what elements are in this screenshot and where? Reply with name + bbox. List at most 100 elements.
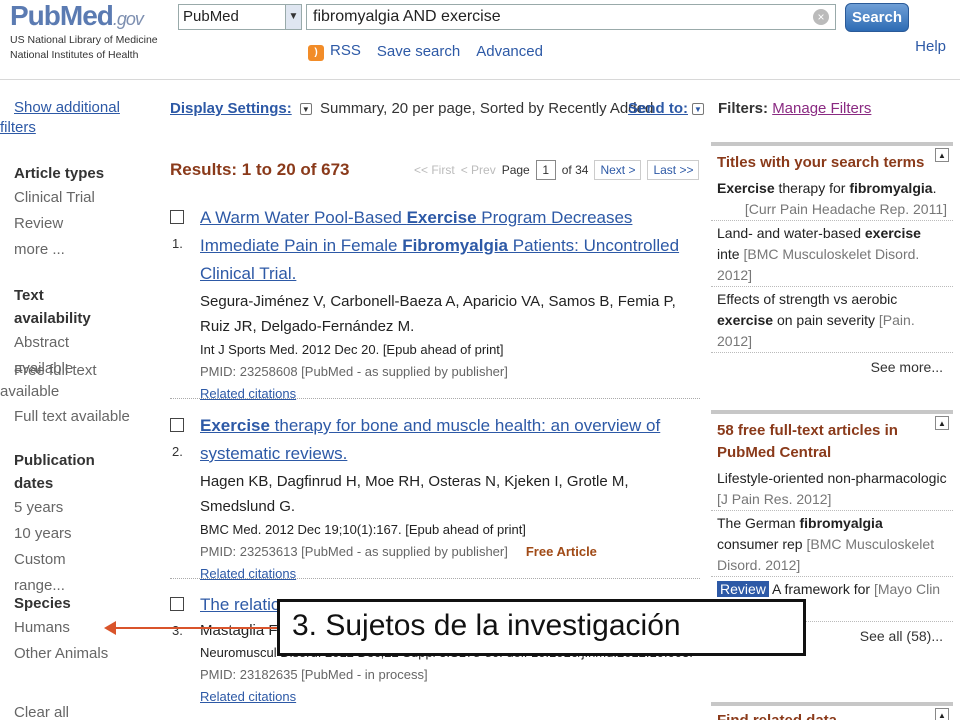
title-part: .	[932, 180, 937, 196]
result-authors: Hagen KB, Dagfinrud H, Moe RH, Osteras N…	[200, 473, 629, 515]
logo-gov: .gov	[112, 9, 144, 29]
search-button[interactable]: Search	[845, 3, 909, 32]
see-more-link[interactable]: See more...	[711, 353, 953, 381]
show-additional-filters-link[interactable]: Show additional filters	[0, 98, 130, 138]
rss-label: RSS	[330, 42, 361, 59]
filter-heading: Publication dates	[14, 452, 95, 492]
citation-ref: [J Pain Res. 2012]	[717, 491, 832, 507]
first-page-link: << First	[414, 163, 455, 177]
display-settings-value: Summary, 20 per page, Sorted by Recently…	[320, 100, 654, 117]
next-page-button[interactable]: Next >	[594, 160, 642, 180]
free-article-item[interactable]: The German fibromyalgia consumer rep [BM…	[711, 511, 953, 577]
logo-subtitle-1: US National Library of Medicine	[10, 34, 158, 46]
title-part: therapy for	[774, 180, 850, 196]
pubmed-logo[interactable]: PubMed.gov US National Library of Medici…	[10, 0, 158, 62]
title-part: A Warm Water Pool-Based	[200, 208, 407, 227]
result-divider	[170, 398, 700, 399]
title-part: A framework for	[768, 581, 871, 597]
related-title-item[interactable]: Exercise therapy for fibromyalgia. [Curr …	[711, 176, 953, 221]
result-checkbox[interactable]	[170, 597, 184, 611]
filter-full-text-available[interactable]: Full text available	[14, 404, 130, 430]
filter-more[interactable]: more ...	[14, 237, 149, 263]
title-part: The German	[717, 515, 800, 531]
result-title-link[interactable]: A Warm Water Pool-Based Exercise Program…	[200, 204, 705, 288]
filter-review[interactable]: Review	[14, 211, 149, 237]
result-checkbox[interactable]	[170, 210, 184, 224]
filter-heading: Text availability	[14, 287, 91, 327]
related-title-item[interactable]: Effects of strength vs aerobic exercise …	[711, 287, 953, 353]
title-part: consumer rep	[717, 536, 803, 552]
result-authors: Segura-Jiménez V, Carbonell-Baeza A, Apa…	[200, 293, 676, 335]
page-label: Page	[501, 163, 530, 177]
chevron-down-icon[interactable]: ▼	[285, 5, 301, 29]
clear-all-link[interactable]: Clear all	[14, 700, 69, 720]
save-search-link[interactable]: Save search	[377, 43, 460, 60]
display-settings-label[interactable]: Display Settings:	[170, 100, 292, 117]
filter-10-years[interactable]: 10 years	[14, 521, 114, 547]
title-highlight: Exercise	[406, 208, 477, 227]
title-highlight: Fibromyalgia	[402, 236, 509, 255]
collapse-icon[interactable]: ▲	[935, 416, 949, 430]
filter-clinical-trial[interactable]: Clinical Trial	[14, 185, 149, 211]
box-heading: Find related data	[711, 706, 931, 720]
logo-text: PubMed	[10, 0, 114, 31]
filters-bar: Filters: Manage Filters	[718, 100, 871, 117]
chevron-down-icon[interactable]: ▼	[299, 103, 312, 116]
database-select[interactable]: PubMed ▼	[178, 4, 302, 30]
rss-icon: )	[308, 45, 324, 61]
title-part: inte	[717, 246, 740, 262]
related-title-item[interactable]: Land- and water-based exercise inte [BMC…	[711, 221, 953, 287]
manage-filters-link[interactable]: Manage Filters	[772, 100, 871, 117]
help-link[interactable]: Help	[915, 38, 946, 55]
collapse-icon[interactable]: ▲	[935, 148, 949, 162]
send-to-label: Send to:	[628, 100, 688, 117]
rss-link[interactable]: ) RSS	[308, 42, 361, 61]
result-pmid: PMID: 23253613 [PubMed - as supplied by …	[200, 540, 705, 563]
title-part: Lifestyle-oriented non-pharmacologic	[717, 470, 947, 486]
arrow-head-icon	[104, 621, 116, 635]
filters-label: Filters:	[718, 100, 769, 117]
advanced-link[interactable]: Advanced	[476, 43, 543, 60]
result-pmid: PMID: 23182635 [PubMed - in process]	[200, 667, 428, 682]
title-highlight: exercise	[717, 312, 774, 328]
citation-ref: [BMC Musculoskelet Disord. 2012]	[717, 246, 920, 283]
send-to-menu[interactable]: Send to: ▼	[628, 100, 708, 117]
result-number: 1.	[172, 236, 183, 251]
result-pmid: PMID: 23258608 [PubMed - as supplied by …	[200, 364, 508, 379]
result-title-link[interactable]: Exercise therapy for bone and muscle hea…	[200, 412, 705, 468]
related-citations-link[interactable]: Related citations	[200, 383, 705, 404]
last-page-button[interactable]: Last >>	[647, 160, 700, 180]
page-number-input[interactable]: 1	[535, 160, 556, 180]
result-source: BMC Med. 2012 Dec 19;10(1):167. [Epub ah…	[200, 522, 526, 537]
collapse-icon[interactable]: ▲	[935, 708, 949, 720]
search-query: fibromyalgia AND exercise	[313, 8, 501, 25]
chevron-down-icon[interactable]: ▼	[692, 103, 704, 116]
search-input[interactable]: fibromyalgia AND exercise ×	[306, 4, 836, 30]
title-highlight: fibromyalgia	[849, 180, 933, 196]
pagination: << First < Prev Page 1 of 34 Next > Last…	[414, 160, 700, 180]
related-citations-link[interactable]: Related citations	[200, 563, 705, 584]
search-subnav: ) RSS Save search Advanced	[308, 42, 543, 61]
title-highlight: exercise	[864, 225, 921, 241]
titles-with-search-terms-box: Titles with your search terms ▲ Exercise…	[711, 142, 953, 381]
title-part: Land- and water-based	[717, 225, 865, 241]
box-heading: 58 free full-text articles in PubMed Cen…	[717, 422, 898, 461]
clear-icon[interactable]: ×	[813, 9, 829, 25]
filter-other-animals[interactable]: Other Animals	[14, 641, 149, 667]
filter-publication-dates: Publication dates 5 years 10 years Custo…	[14, 449, 114, 599]
free-article-badge[interactable]: Free Article	[526, 544, 597, 559]
result-checkbox[interactable]	[170, 418, 184, 432]
find-related-data-box: Find related data ▲	[711, 702, 953, 720]
header: PubMed.gov US National Library of Medici…	[0, 0, 960, 80]
title-part: therapy for bone and muscle health: an o…	[200, 416, 661, 463]
related-citations-link[interactable]: Related citations	[200, 686, 705, 707]
box-heading: Titles with your search terms	[717, 154, 925, 171]
filter-5-years[interactable]: 5 years	[14, 495, 114, 521]
title-highlight: fibromyalgia	[799, 515, 883, 531]
filter-free-full-text[interactable]: Free full text available	[0, 360, 104, 402]
result-number: 2.	[172, 444, 183, 459]
free-article-item[interactable]: Lifestyle-oriented non-pharmacologic [J …	[711, 466, 953, 511]
title-part: Effects of strength vs aerobic	[717, 291, 898, 307]
display-settings[interactable]: Display Settings: ▼ Summary, 20 per page…	[170, 100, 653, 117]
page-count: of 34	[561, 163, 589, 177]
